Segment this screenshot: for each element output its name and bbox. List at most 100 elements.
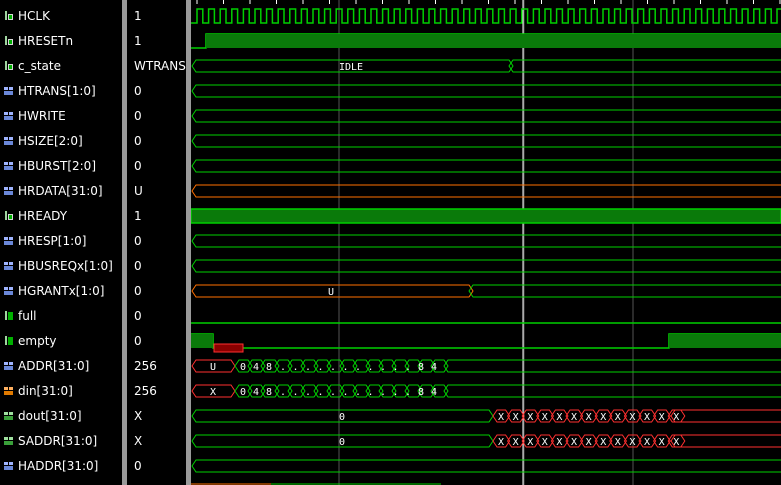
- bus-signal-icon: [4, 185, 14, 196]
- bus-value-label: X: [513, 437, 519, 448]
- bus-value-label: X: [210, 387, 216, 398]
- signal-name-panel: HCLK HRESETn c_state HTRANS[1:0] HWRITE HSIZE…: [0, 0, 122, 485]
- signal-row[interactable]: SADDR[31:0]: [0, 429, 97, 454]
- bus-value-label: .: [355, 387, 361, 398]
- bus-value-label: 4: [431, 362, 437, 373]
- bus-value-label: X: [542, 412, 548, 423]
- bus-value-label: .: [318, 362, 324, 373]
- signal-row[interactable]: HBUSREQx[1:0]: [0, 254, 113, 279]
- bus-segment: [468, 284, 781, 298]
- signal-value-panel: 1 1 WTRANS 0 0 0 0 U 1 0 0 0 0 0 256 256 X X 0: [127, 0, 186, 485]
- bus-signal-icon: [4, 235, 14, 246]
- hready-high: [191, 208, 781, 224]
- bus-value-label: .: [355, 362, 361, 373]
- signal-row[interactable]: HRESP[1:0]: [0, 229, 86, 254]
- signal-value: 0: [134, 159, 142, 173]
- bus-value-label: X: [586, 437, 592, 448]
- signal-row[interactable]: din[31:0]: [0, 379, 73, 404]
- signal-name: HTRANS[1:0]: [18, 84, 96, 98]
- bus-value-label: 8: [266, 387, 272, 398]
- signal-value: 1: [134, 34, 142, 48]
- signal-row[interactable]: HADDR[31:0]: [0, 454, 98, 479]
- signal-row[interactable]: empty: [0, 329, 57, 354]
- bit-signal-icon: [4, 60, 14, 71]
- bus-signal-icon: [4, 285, 14, 296]
- signal-row[interactable]: ADDR[31:0]: [0, 354, 89, 379]
- signal-row[interactable]: HCLK: [0, 4, 50, 29]
- bus-signal-icon: [4, 360, 14, 371]
- bus-value-label: X: [542, 437, 548, 448]
- hgrantx-label: U: [328, 287, 334, 298]
- signal-row[interactable]: HRDATA[31:0]: [0, 179, 103, 204]
- waveform-canvas[interactable]: IDLEUU 0 4 8 8 4.......... .X 0 4 8 8 4.......... .0…: [191, 0, 781, 485]
- bus-value-label: X: [586, 412, 592, 423]
- bus-value-label: X: [527, 412, 533, 423]
- bus-value-label: 4: [253, 387, 259, 398]
- bus-value-label: X: [629, 412, 635, 423]
- bus-segment: [670, 409, 781, 423]
- bus-value-label: X: [556, 412, 562, 423]
- bus-value-label: 0: [339, 437, 345, 448]
- bus-value-label: X: [615, 412, 621, 423]
- signal-value: 0: [134, 459, 142, 473]
- output-bus-icon: [4, 410, 14, 421]
- bus-value-label: .: [293, 387, 299, 398]
- bus-value-label: .: [368, 362, 374, 373]
- bus-value-label: .: [293, 362, 299, 373]
- signal-row[interactable]: HREADY: [0, 204, 67, 229]
- signal-value: X: [134, 434, 143, 448]
- signal-value: 0: [134, 334, 142, 348]
- bus-value-label: X: [629, 437, 635, 448]
- bus-value-label: .: [393, 387, 399, 398]
- signal-value: WTRANS: [134, 59, 186, 73]
- output-bus-icon: [4, 435, 14, 446]
- bus-segment: [191, 184, 781, 198]
- bus-value-label: X: [571, 412, 577, 423]
- signal-row[interactable]: HSIZE[2:0]: [0, 129, 83, 154]
- signal-name: HRESP[1:0]: [18, 234, 87, 248]
- bus-signal-icon: [4, 160, 14, 171]
- bus-value-label: 4: [431, 387, 437, 398]
- signal-value: X: [134, 409, 143, 423]
- signal-name: HSIZE[2:0]: [18, 134, 83, 148]
- signal-value: 1: [134, 9, 142, 23]
- signal-name: SADDR[31:0]: [18, 434, 98, 448]
- bus-value-label: X: [600, 412, 606, 423]
- signal-name: HRDATA[31:0]: [18, 184, 103, 198]
- signal-value: 0: [134, 259, 142, 273]
- bus-segment: [191, 109, 781, 123]
- signal-name: dout[31:0]: [18, 409, 82, 423]
- bit-signal-icon: [4, 35, 14, 46]
- signal-row[interactable]: HBURST[2:0]: [0, 154, 96, 179]
- signal-value: 0: [134, 109, 142, 123]
- bus-segment: [443, 359, 781, 373]
- signal-name: ADDR[31:0]: [18, 359, 90, 373]
- bus-value-label: .: [280, 362, 286, 373]
- signal-row[interactable]: HGRANTx[1:0]: [0, 279, 104, 304]
- bus-value-label: X: [498, 412, 504, 423]
- bus-value-label: 4: [253, 362, 259, 373]
- signal-row[interactable]: full: [0, 304, 37, 329]
- reg-signal-icon: [4, 335, 14, 346]
- signal-value: 0: [134, 284, 142, 298]
- bus-value-label: X: [659, 412, 665, 423]
- signal-name: HBURST[2:0]: [18, 159, 96, 173]
- signal-name: HREADY: [18, 209, 68, 223]
- signal-row[interactable]: HWRITE: [0, 104, 66, 129]
- bus-segment: [508, 59, 781, 73]
- signal-name: empty: [18, 334, 57, 348]
- signal-name: HWRITE: [18, 109, 66, 123]
- bus-value-label: .: [343, 362, 349, 373]
- signal-row[interactable]: c_state: [0, 54, 61, 79]
- signal-row[interactable]: HTRANS[1:0]: [0, 79, 96, 104]
- bus-segment: [191, 234, 781, 248]
- signal-row[interactable]: dout[31:0]: [0, 404, 82, 429]
- bus-signal-icon: [4, 135, 14, 146]
- signal-row[interactable]: HRESETn: [0, 29, 73, 54]
- bus-value-label: X: [644, 437, 650, 448]
- bus-value-label: .: [343, 387, 349, 398]
- empty-fill-end: [669, 334, 781, 348]
- bus-value-label: 0: [240, 387, 246, 398]
- reg-signal-icon: [4, 310, 14, 321]
- bus-signal-icon: [4, 85, 14, 96]
